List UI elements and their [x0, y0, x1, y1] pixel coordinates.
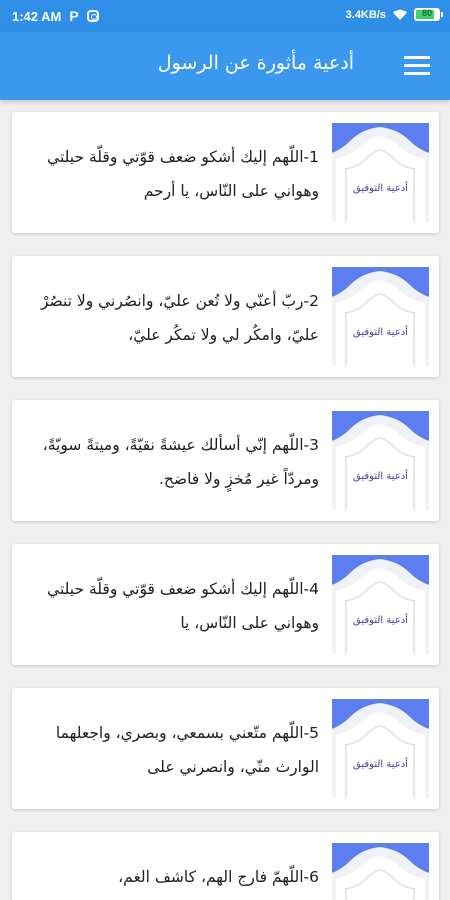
dua-text: 3-اللّهم إنّي أسألك عيشةً نقيّةً، وميتةً…: [42, 436, 319, 488]
dua-text: 2-ربّ أعنّي ولا تُعن عليّ، وانصُرني ولا …: [40, 292, 319, 344]
thumbnail-label: أدعية التوفيق: [353, 759, 408, 770]
page-title: أدعية مأثورة عن الرسول: [157, 52, 354, 74]
dua-thumbnail: أدعية التوفيق: [332, 843, 429, 900]
clock: 1:42 AM: [12, 8, 62, 24]
instagram-icon: [86, 10, 99, 22]
list-item[interactable]: أدعية التوفيق 3-اللّهم إنّي أسألك عيشةً …: [12, 400, 439, 521]
dua-thumbnail: أدعية التوفيق: [332, 123, 429, 222]
dua-text: 6-اللّهمّ فارج الهم، كاشف الغم،: [118, 868, 319, 886]
status-bar: 1:42 AM P 3.4KB/s 80: [0, 0, 450, 32]
app-bar: أدعية مأثورة عن الرسول: [0, 32, 450, 100]
list-item[interactable]: أدعية التوفيق 4-اللّهم إليك أشكو ضعف قوّ…: [12, 544, 439, 665]
dua-thumbnail: أدعية التوفيق: [332, 699, 429, 798]
status-bar-right: 3.4KB/s 80: [345, 8, 443, 21]
thumbnail-label: أدعية التوفيق: [353, 471, 408, 482]
thumbnail-label: أدعية التوفيق: [353, 183, 408, 194]
dua-text: 1-اللّهم إليك أشكو ضعف قوّتي وقلّة حيلتي…: [47, 148, 319, 200]
dua-thumbnail: أدعية التوفيق: [332, 555, 429, 654]
paytm-p-icon: P: [69, 8, 79, 24]
dua-text: 5-اللّهم متّعني بسمعي، وبصري، واجعلهما ا…: [55, 724, 319, 776]
status-bar-left: 1:42 AM P: [12, 8, 99, 24]
dua-thumbnail: أدعية التوفيق: [332, 411, 429, 510]
list-item[interactable]: أدعية التوفيق 5-اللّهم متّعني بسمعي، وبص…: [12, 688, 439, 809]
thumbnail-label: أدعية التوفيق: [353, 615, 408, 626]
thumbnail-label: أدعية التوفيق: [353, 327, 408, 338]
list-item[interactable]: أدعية التوفيق 6-اللّهمّ فارج الهم، كاشف …: [12, 832, 439, 900]
dua-list[interactable]: أدعية التوفيق 1-اللّهم إليك أشكو ضعف قوّ…: [12, 112, 439, 900]
dua-thumbnail: أدعية التوفيق: [332, 267, 429, 366]
list-item[interactable]: أدعية التوفيق 1-اللّهم إليك أشكو ضعف قوّ…: [12, 112, 439, 233]
hamburger-menu-icon[interactable]: [404, 56, 430, 76]
battery-icon: 80: [414, 8, 443, 21]
wifi-icon: [393, 9, 407, 20]
battery-percent: 80: [421, 8, 432, 18]
list-item[interactable]: أدعية التوفيق 2-ربّ أعنّي ولا تُعن عليّ،…: [12, 256, 439, 377]
dua-text: 4-اللّهم إليك أشكو ضعف قوّتي وقلّة حيلتي…: [47, 580, 319, 632]
network-speed: 3.4KB/s: [345, 8, 386, 21]
